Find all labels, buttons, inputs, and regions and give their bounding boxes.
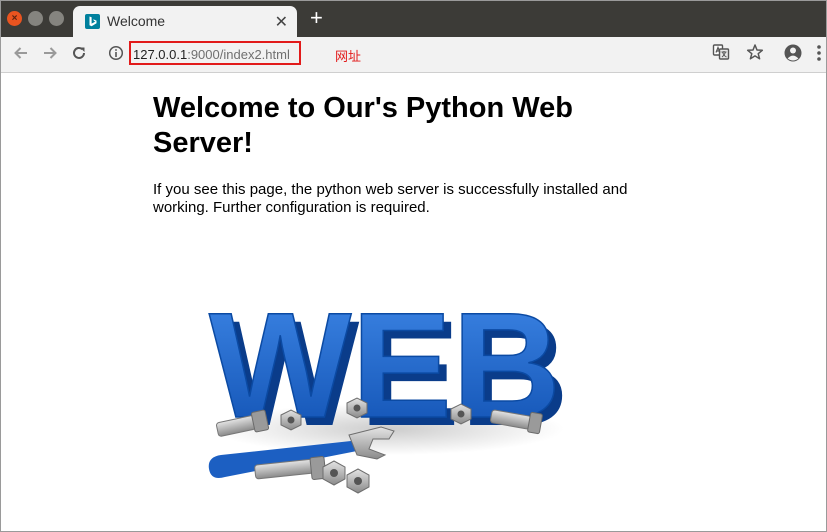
- url-annotation: 网址: [335, 49, 362, 64]
- title-bar: × Welcome ✕ +: [1, 1, 826, 37]
- page-content: Welcome to Our's Python Web Server! If y…: [1, 73, 826, 531]
- page-heading: Welcome to Our's Python Web Server!: [153, 92, 573, 159]
- web-illustration: WEB WEB: [199, 279, 574, 511]
- url-host: 127.0.0.1: [133, 47, 188, 62]
- star-icon[interactable]: [746, 43, 764, 66]
- browser-window: × Welcome ✕ + 127.0.0.1:9000/index2.html…: [0, 0, 827, 532]
- window-close-button[interactable]: ×: [7, 11, 22, 26]
- info-icon[interactable]: [108, 45, 124, 66]
- reload-icon[interactable]: [69, 43, 89, 68]
- menu-icon[interactable]: [815, 43, 823, 68]
- profile-icon[interactable]: [783, 43, 803, 68]
- tab-welcome[interactable]: Welcome ✕: [73, 6, 297, 37]
- new-tab-button[interactable]: +: [310, 7, 323, 29]
- tab-title: Welcome: [107, 13, 166, 29]
- forward-arrow-icon[interactable]: [40, 43, 60, 68]
- url-path: :9000/index2.html: [187, 47, 290, 62]
- tab-close-icon[interactable]: ✕: [275, 12, 288, 32]
- bing-favicon-icon: [85, 14, 100, 29]
- page-paragraph: If you see this page, the python web ser…: [153, 181, 628, 216]
- window-minimize-button[interactable]: [28, 11, 43, 26]
- back-arrow-icon[interactable]: [11, 43, 31, 68]
- window-maximize-button[interactable]: [49, 11, 64, 26]
- translate-icon[interactable]: [712, 43, 730, 66]
- address-bar[interactable]: 127.0.0.1:9000/index2.html: [133, 47, 290, 62]
- navigation-toolbar: 127.0.0.1:9000/index2.html 网址: [1, 37, 826, 73]
